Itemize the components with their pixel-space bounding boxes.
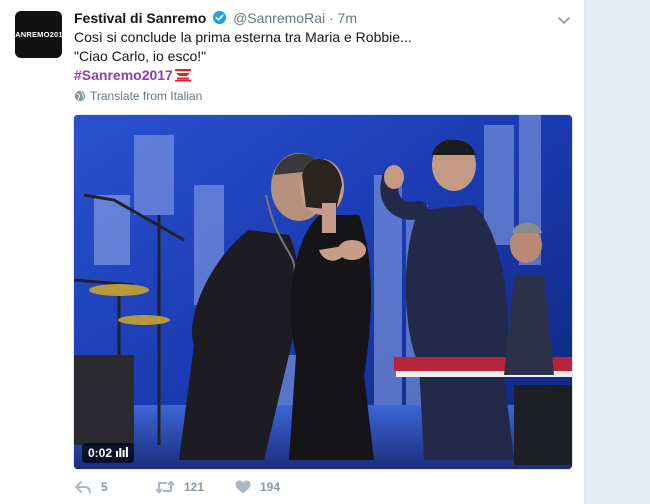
avatar-logo-text: SANREMO2017 <box>15 30 62 39</box>
tweet-timestamp[interactable]: 7m <box>338 10 357 26</box>
video-timecode-badge: 0:02 <box>82 443 135 463</box>
reply-icon <box>75 481 91 494</box>
like-button[interactable]: 194 <box>235 480 315 494</box>
video-frame <box>74 115 572 469</box>
tweet-text-line: "Ciao Carlo, io esco!" <box>74 48 207 64</box>
volume-bars-icon <box>116 446 128 460</box>
hashflag-icon <box>174 68 192 87</box>
video-player[interactable] <box>73 114 573 470</box>
tweet-card: SANREMO2017 Festival di Sanremo @Sanremo… <box>0 0 585 504</box>
tweet-text: Così si conclude la prima esterna tra Ma… <box>74 28 554 87</box>
translate-link[interactable]: Translate from Italian <box>74 89 202 103</box>
translate-label: Translate from Italian <box>90 89 203 103</box>
reply-count: 5 <box>101 480 108 494</box>
chevron-down-icon[interactable] <box>557 13 571 25</box>
heart-icon <box>235 480 251 494</box>
author-handle[interactable]: @SanremoRai <box>233 10 325 26</box>
video-timecode: 0:02 <box>88 446 113 460</box>
author-name[interactable]: Festival di Sanremo <box>74 10 206 26</box>
retweet-icon <box>155 480 175 494</box>
hashtag-link[interactable]: #Sanremo2017 <box>74 67 173 83</box>
retweet-button[interactable]: 121 <box>155 480 235 494</box>
separator-dot: · <box>328 10 334 26</box>
tweet-actions: 5 121 194 <box>74 480 315 494</box>
avatar[interactable]: SANREMO2017 <box>15 11 62 58</box>
tweet-header: Festival di Sanremo @SanremoRai · 7m <box>74 9 357 29</box>
tweet-text-line: Così si conclude la prima esterna tra Ma… <box>74 29 412 45</box>
verified-badge-icon <box>212 10 227 29</box>
like-count: 194 <box>260 480 281 494</box>
globe-icon <box>74 90 86 102</box>
reply-button[interactable]: 5 <box>74 480 155 494</box>
retweet-count: 121 <box>184 480 205 494</box>
